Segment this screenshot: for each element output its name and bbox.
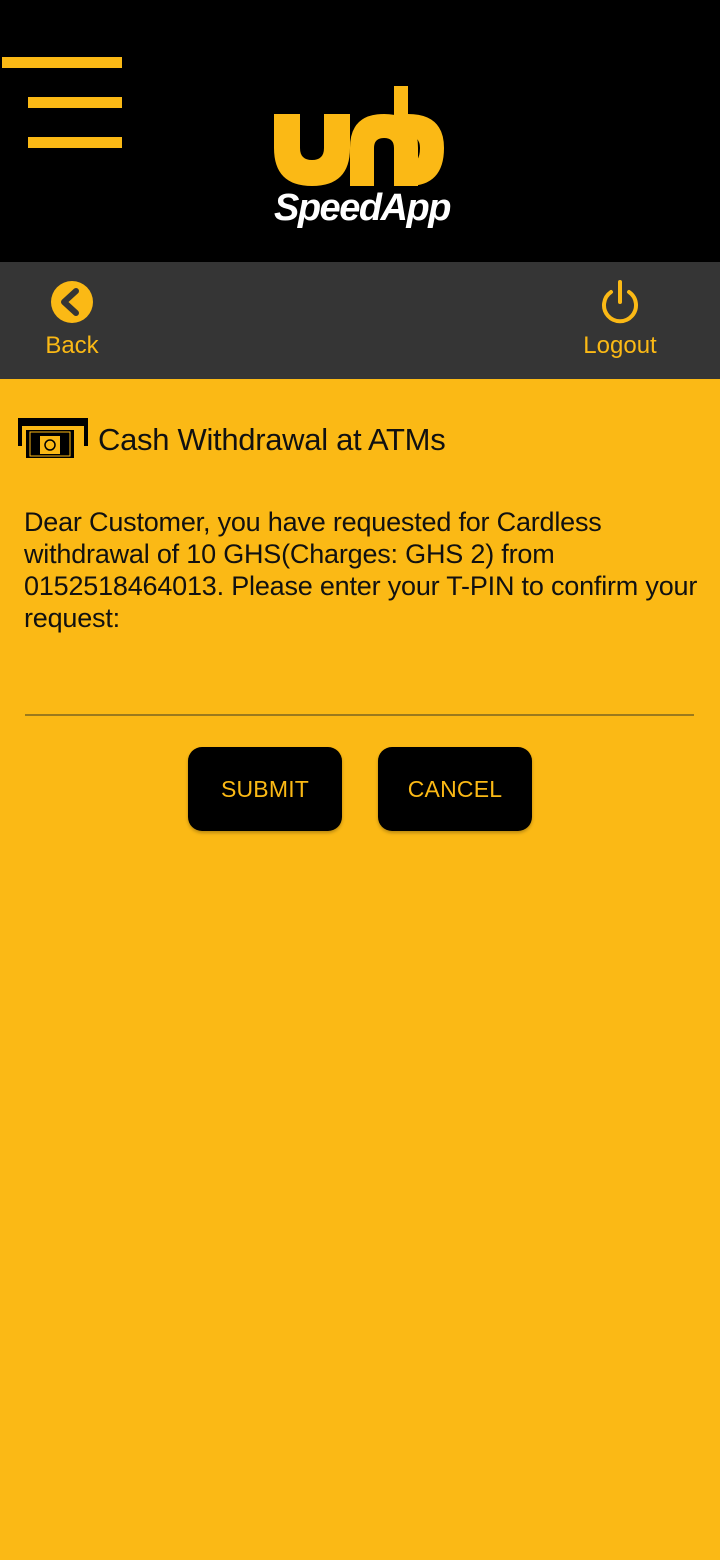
tpin-input[interactable] bbox=[25, 664, 694, 716]
back-label: Back bbox=[45, 332, 99, 359]
logout-button[interactable]: Logout bbox=[560, 276, 680, 368]
umb-speedapp-logo: SpeedApp bbox=[272, 86, 452, 232]
speedapp-wordmark: SpeedApp bbox=[274, 187, 451, 229]
submit-button[interactable]: SUBMIT bbox=[188, 747, 342, 831]
logout-label: Logout bbox=[583, 332, 657, 359]
app-header: SpeedApp bbox=[0, 0, 720, 262]
power-icon bbox=[602, 280, 638, 324]
confirmation-message: Dear Customer, you have requested for Ca… bbox=[24, 507, 698, 633]
page-header: Cash Withdrawal at ATMs bbox=[18, 416, 698, 462]
nav-bar: Back Logout bbox=[0, 262, 720, 379]
page-title: Cash Withdrawal at ATMs bbox=[98, 422, 446, 457]
atm-cash-icon bbox=[18, 418, 88, 458]
cancel-button[interactable]: CANCEL bbox=[378, 747, 532, 831]
hamburger-menu-icon[interactable] bbox=[0, 52, 130, 156]
back-button[interactable]: Back bbox=[12, 276, 132, 368]
chevron-left-circle-icon bbox=[51, 281, 93, 323]
umb-logo-mark bbox=[274, 86, 444, 186]
